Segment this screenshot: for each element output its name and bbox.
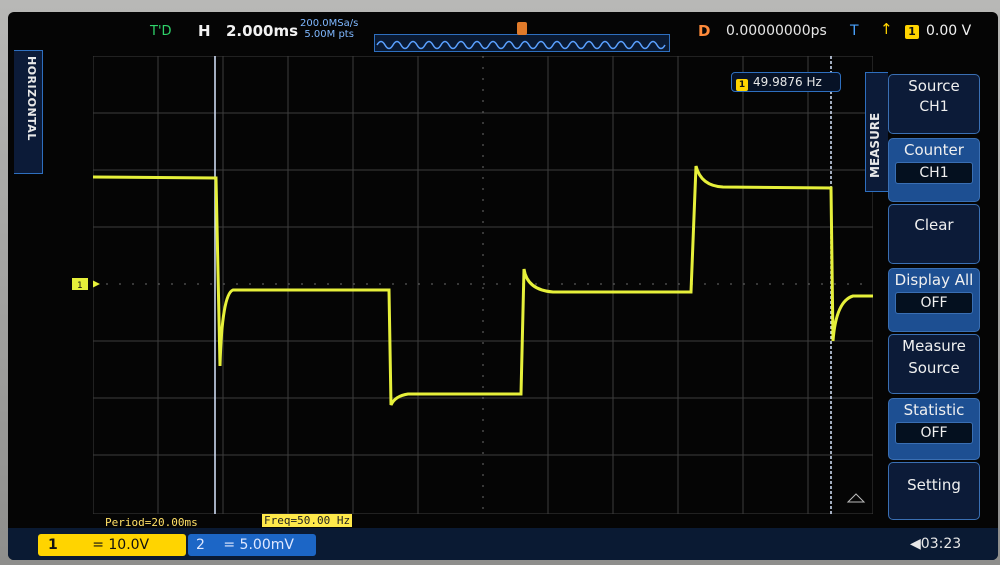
timebase-value[interactable]: 2.000ms xyxy=(226,22,298,40)
menu-statistic-label: Statistic xyxy=(903,401,965,419)
menu-setting-label: Setting xyxy=(907,476,961,494)
menu-statistic-value: OFF xyxy=(895,422,973,444)
ch2-scale-panel[interactable]: 2 = 5.00mV xyxy=(188,534,316,556)
delay-value[interactable]: 0.00000000ps xyxy=(726,23,827,39)
menu-measure-source-label2: Source xyxy=(908,359,960,377)
menu-clear-button[interactable]: Clear xyxy=(888,204,980,264)
menu-source-label: Source xyxy=(908,77,960,95)
trigger-mode-label: T'D xyxy=(150,24,172,39)
svg-text:1: 1 xyxy=(77,281,83,290)
frequency-source-badge: 1 xyxy=(736,79,748,91)
speaker-icon: ◀ xyxy=(910,536,921,552)
menu-setting-button[interactable]: Setting xyxy=(888,462,980,520)
ch1-scale: = 10.0V xyxy=(92,537,150,553)
rising-edge-icon: ↑ xyxy=(880,20,893,38)
frequency-value: 49.9876 Hz xyxy=(753,75,822,89)
menu-measure-source-button[interactable]: Measure Source xyxy=(888,334,980,394)
horizontal-tab-label: HORIZONTAL xyxy=(25,56,38,141)
menu-measure-source-label: Measure xyxy=(902,337,966,355)
ch1-offset-tag[interactable]: 1 xyxy=(72,278,92,290)
oscilloscope-bezel: T'D H 2.000ms 200.0MSa/s 5.00M pts D 0.0… xyxy=(0,0,1000,565)
clock-time: 03:23 xyxy=(920,536,962,552)
acquisition-info: 200.0MSa/s 5.00M pts xyxy=(300,18,358,40)
graticule-axes xyxy=(93,56,873,514)
memory-depth: 5.00M pts xyxy=(304,29,354,40)
trigger-label: T xyxy=(850,23,859,39)
menu-clear-label: Clear xyxy=(914,216,954,234)
trigger-level-marker[interactable] xyxy=(846,493,866,503)
ch1-trace xyxy=(93,165,873,406)
menu-display-all-value: OFF xyxy=(895,292,973,314)
frequency-counter[interactable]: 1 49.9876 Hz xyxy=(731,72,841,92)
horizontal-label: H xyxy=(198,22,211,40)
delay-label: D xyxy=(698,22,711,40)
ch1-scale-panel[interactable]: 1 = 10.0V xyxy=(38,534,186,556)
trigger-source-badge: 1 xyxy=(905,25,919,39)
oscilloscope-screen: T'D H 2.000ms 200.0MSa/s 5.00M pts D 0.0… xyxy=(8,12,998,560)
ch1-id: 1 xyxy=(48,537,58,553)
menu-display-all-button[interactable]: Display All OFF xyxy=(888,268,980,332)
waveform-display xyxy=(93,56,873,514)
ch1-ground-marker[interactable] xyxy=(93,280,100,288)
menu-source-value: CH1 xyxy=(919,99,949,115)
menu-counter-label: Counter xyxy=(904,141,964,159)
system-clock: ◀03:23 xyxy=(910,536,961,552)
graticule xyxy=(93,56,873,514)
menu-counter-value: CH1 xyxy=(895,162,973,184)
sample-rate: 200.0MSa/s xyxy=(300,18,359,29)
trigger-level-value[interactable]: 0.00 V xyxy=(926,23,971,39)
menu-statistic-button[interactable]: Statistic OFF xyxy=(888,398,980,460)
memory-overview-wave xyxy=(376,40,666,50)
menu-source-button[interactable]: Source CH1 xyxy=(888,74,980,134)
menu-display-all-label: Display All xyxy=(894,271,974,289)
frequency-readout: Freq=50.00 Hz xyxy=(262,514,353,527)
trigger-position-marker[interactable] xyxy=(517,22,527,35)
ch2-id: 2 xyxy=(196,537,205,553)
measure-menu-title: MEASURE xyxy=(868,112,882,178)
memory-overview-bar[interactable] xyxy=(374,34,670,52)
ch2-scale: = 5.00mV xyxy=(223,537,294,553)
menu-counter-button[interactable]: Counter CH1 xyxy=(888,138,980,202)
